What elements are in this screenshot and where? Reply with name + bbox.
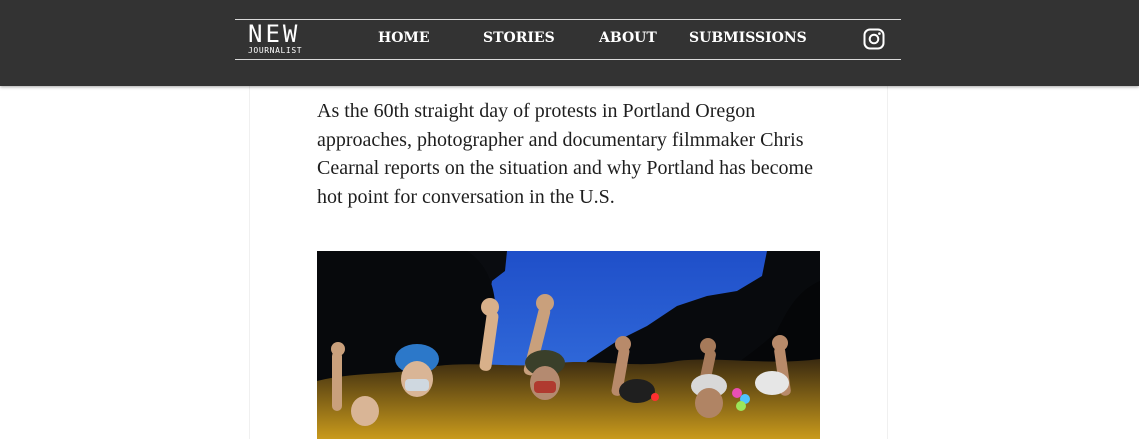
- instagram-link[interactable]: [863, 28, 885, 50]
- header-divider-bottom: [235, 59, 901, 60]
- nav-home[interactable]: HOME: [378, 28, 430, 48]
- logo-title: NEW: [248, 20, 301, 48]
- site-logo[interactable]: NEW JOURNALIST: [248, 22, 318, 58]
- logo-subtitle: JOURNALIST: [248, 46, 303, 55]
- nav-submissions[interactable]: SUBMISSIONS: [689, 28, 807, 48]
- site-header: NEW JOURNALIST HOME STORIES ABOUT SUBMIS…: [0, 0, 1139, 86]
- nav-stories[interactable]: STORIES: [483, 28, 555, 48]
- protest-photo: [317, 251, 820, 439]
- header-divider-top: [235, 19, 901, 20]
- instagram-icon: [863, 28, 885, 50]
- nav-about[interactable]: ABOUT: [599, 28, 657, 48]
- article-intro: As the 60th straight day of protests in …: [317, 100, 813, 208]
- article-photo: [317, 251, 820, 439]
